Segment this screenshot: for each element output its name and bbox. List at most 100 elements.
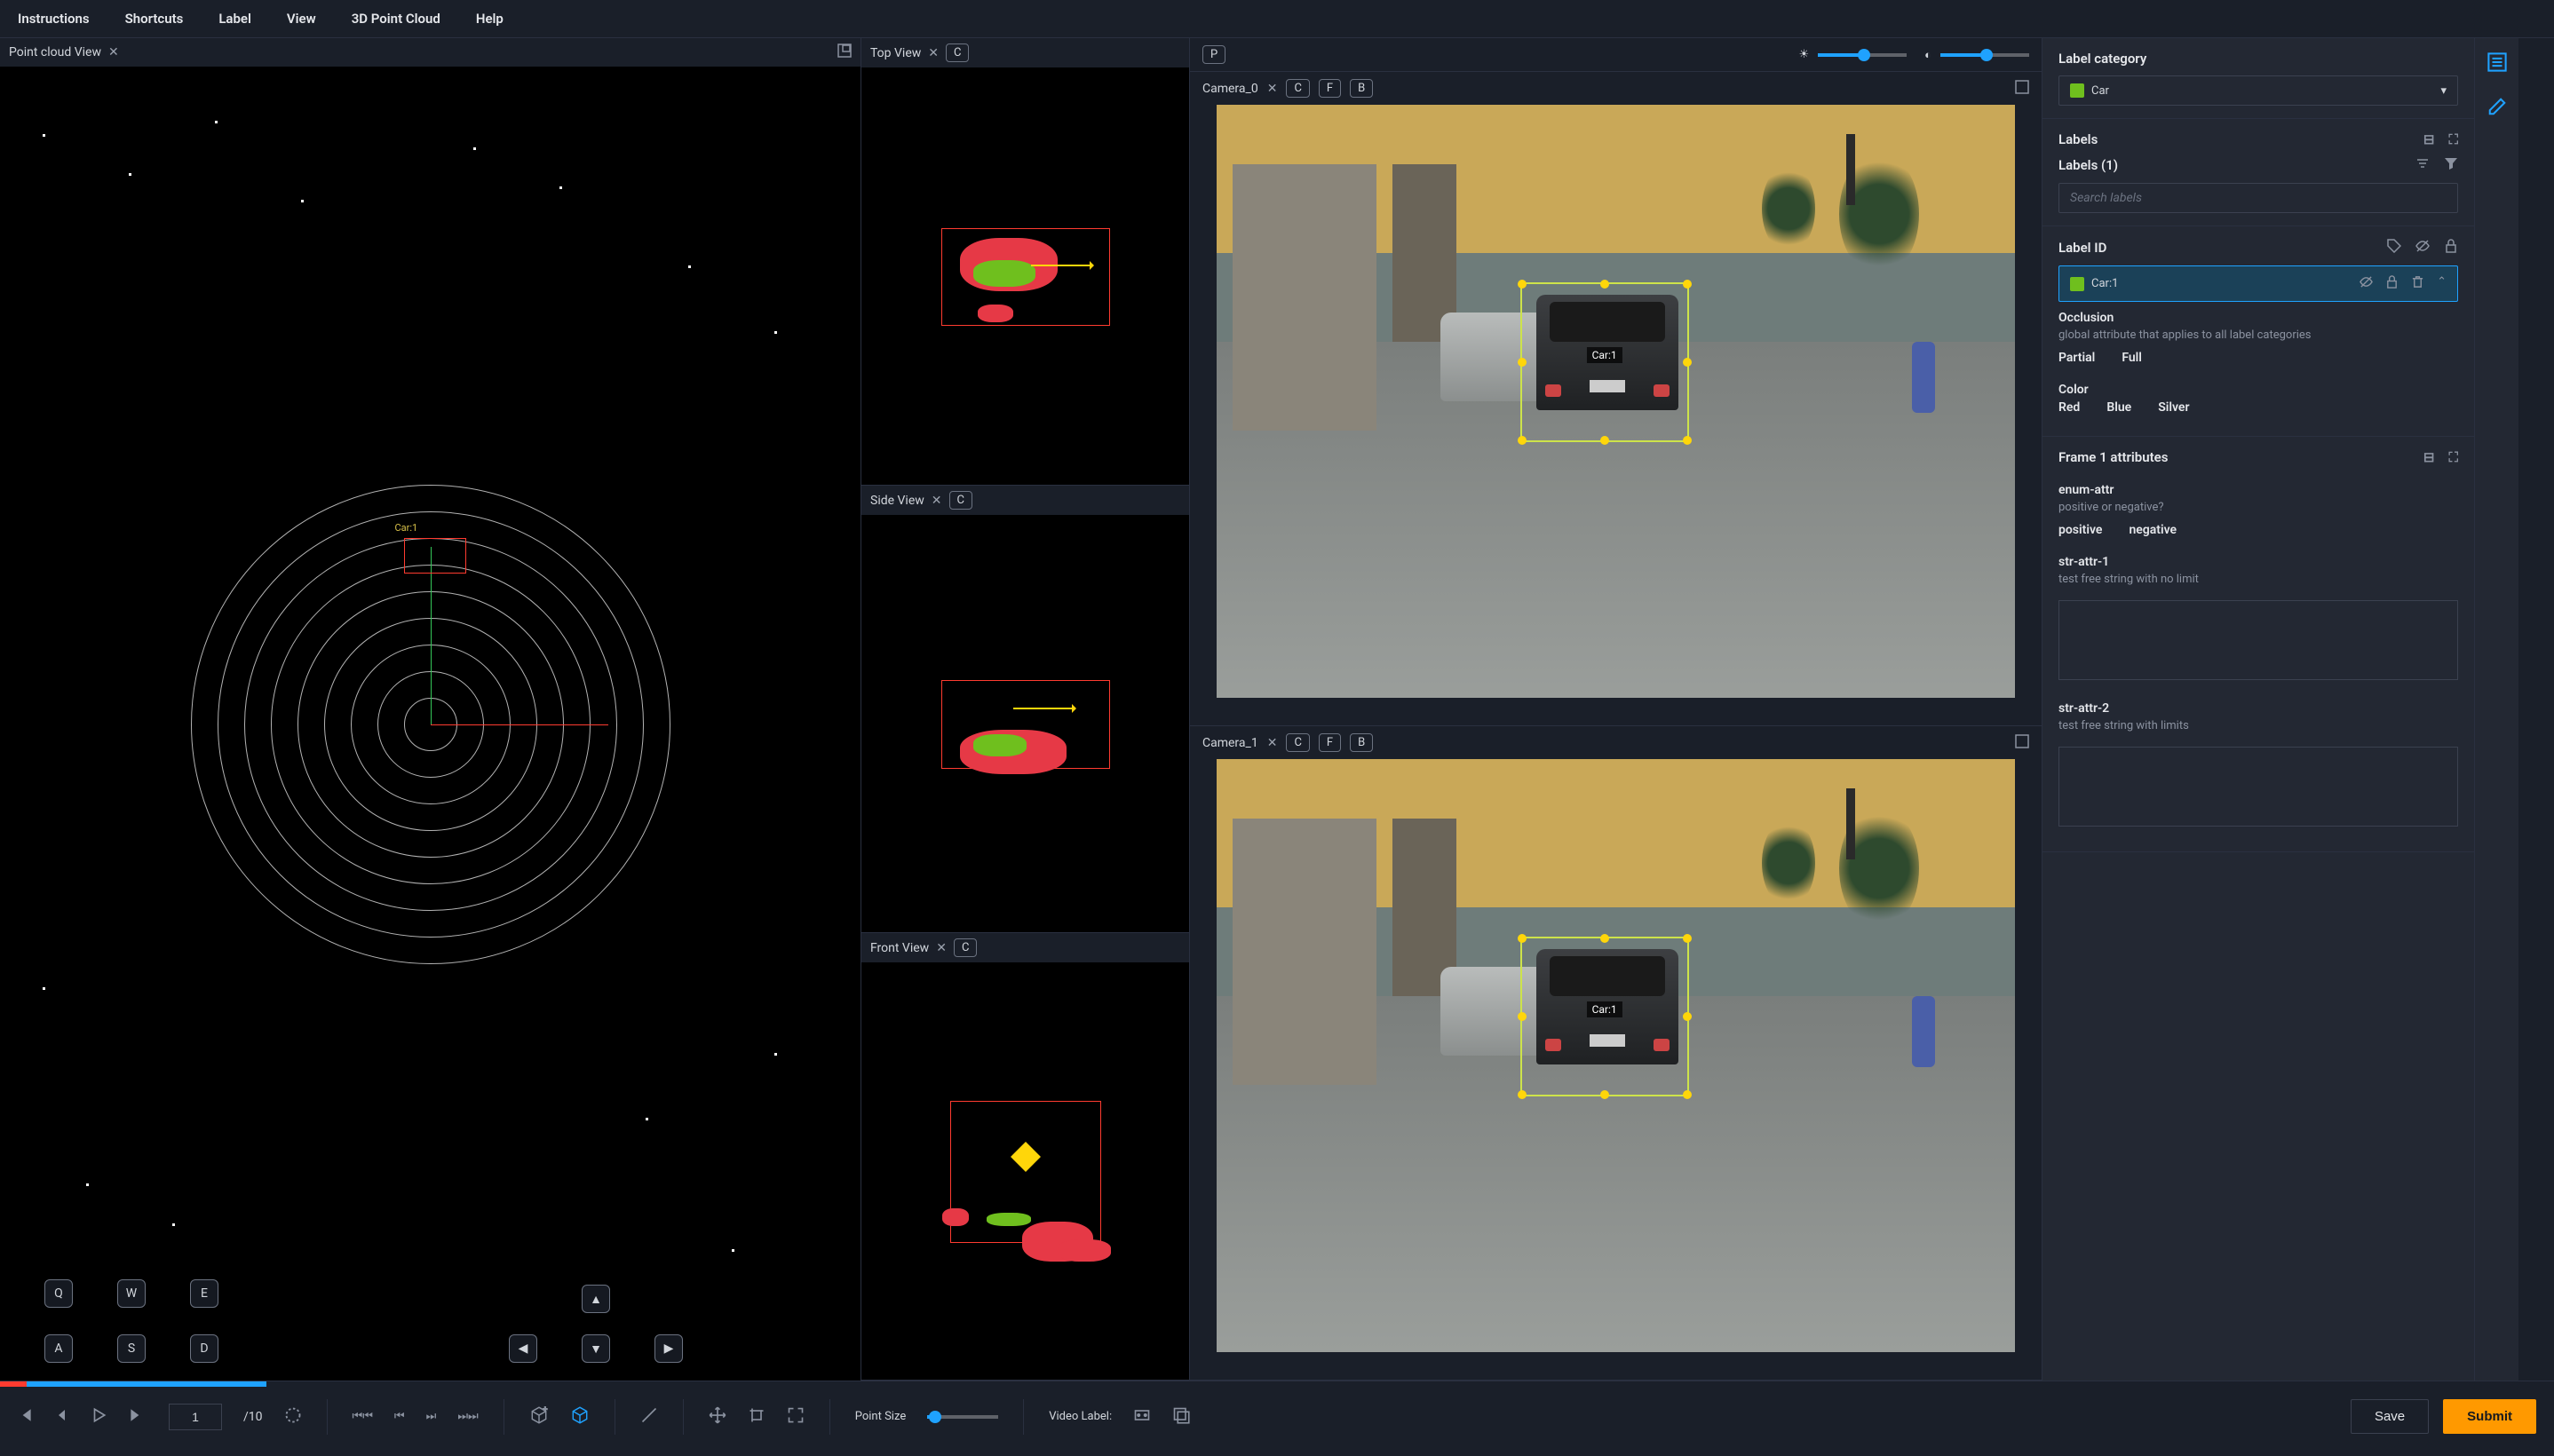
loading-icon[interactable] bbox=[284, 1406, 302, 1428]
occlusion-full[interactable]: Full bbox=[2122, 351, 2142, 365]
tag-icon[interactable] bbox=[2387, 239, 2401, 257]
camera-toolbar: P ☀ ◐ bbox=[1190, 38, 2042, 72]
key-c[interactable]: C bbox=[1286, 733, 1309, 752]
color-blue[interactable]: Blue bbox=[2106, 400, 2131, 415]
video-label-icon-2[interactable] bbox=[1172, 1406, 1190, 1428]
annotation-bbox[interactable]: Car:1 bbox=[1520, 937, 1689, 1096]
maximize-icon[interactable] bbox=[2015, 80, 2029, 98]
key-b[interactable]: B bbox=[1350, 79, 1373, 98]
close-icon[interactable]: ✕ bbox=[1267, 82, 1278, 96]
rewind-icon[interactable]: ⏮⏮ bbox=[353, 1410, 373, 1423]
key-d[interactable]: D bbox=[190, 1334, 218, 1363]
move-icon[interactable] bbox=[709, 1406, 726, 1428]
label-item-car-1[interactable]: Car:1 ⌃ bbox=[2058, 265, 2458, 302]
fullscreen-icon[interactable] bbox=[787, 1406, 805, 1428]
trash-icon[interactable] bbox=[2411, 275, 2424, 292]
enum-negative[interactable]: negative bbox=[2129, 523, 2177, 537]
key-e[interactable]: E bbox=[190, 1279, 218, 1308]
top-view-title: Top View bbox=[870, 46, 921, 60]
lock-icon[interactable] bbox=[2444, 239, 2458, 257]
key-w[interactable]: W bbox=[117, 1279, 146, 1308]
key-c[interactable]: C bbox=[946, 44, 969, 62]
arrow-down-icon[interactable]: ▼ bbox=[582, 1334, 610, 1363]
frame-number-input[interactable] bbox=[169, 1404, 222, 1430]
play-icon[interactable] bbox=[91, 1407, 107, 1427]
collapse-icon[interactable]: ⊟ bbox=[2423, 131, 2435, 147]
add-cuboid-icon[interactable]: + bbox=[529, 1405, 549, 1428]
chevron-up-icon[interactable]: ⌃ bbox=[2437, 275, 2447, 292]
collapse-icon[interactable]: ⊟ bbox=[2423, 449, 2435, 465]
arrow-up-icon[interactable]: ▲ bbox=[582, 1285, 610, 1313]
lock-icon[interactable] bbox=[2385, 275, 2399, 292]
key-q[interactable]: Q bbox=[44, 1279, 73, 1308]
key-a[interactable]: A bbox=[44, 1334, 73, 1363]
key-s[interactable]: S bbox=[117, 1334, 146, 1363]
close-icon[interactable]: ✕ bbox=[932, 494, 942, 508]
filter-icon[interactable] bbox=[2444, 156, 2458, 174]
next-label-icon[interactable]: ⏭ bbox=[426, 1410, 437, 1423]
prev-label-icon[interactable]: ⏮ bbox=[394, 1410, 405, 1423]
str-attr-2-title: str-attr-2 bbox=[2058, 701, 2458, 716]
forward-icon[interactable]: ⏭⏭ bbox=[457, 1410, 478, 1423]
video-label-icon-1[interactable] bbox=[1133, 1406, 1151, 1428]
enum-positive[interactable]: positive bbox=[2058, 523, 2102, 537]
brightness-slider[interactable]: ☀ bbox=[1798, 48, 1907, 61]
menu-help[interactable]: Help bbox=[476, 11, 504, 27]
close-icon[interactable]: ✕ bbox=[936, 941, 947, 955]
maximize-icon[interactable] bbox=[837, 44, 852, 61]
crop-icon[interactable] bbox=[748, 1406, 765, 1428]
arrow-right-icon[interactable]: ▶ bbox=[654, 1334, 683, 1363]
key-f[interactable]: F bbox=[1319, 79, 1341, 98]
save-button[interactable]: Save bbox=[2351, 1399, 2429, 1434]
key-f[interactable]: F bbox=[1319, 733, 1341, 752]
contrast-slider[interactable]: ◐ bbox=[1924, 48, 2029, 62]
menu-label[interactable]: Label bbox=[218, 11, 251, 27]
timeline-progress[interactable] bbox=[0, 1381, 266, 1387]
fit-cuboid-icon[interactable] bbox=[570, 1405, 590, 1428]
key-b[interactable]: B bbox=[1350, 733, 1373, 752]
arrow-left-icon[interactable]: ◀ bbox=[509, 1334, 537, 1363]
close-icon[interactable]: ✕ bbox=[928, 46, 939, 60]
eye-off-icon[interactable] bbox=[2415, 239, 2430, 257]
close-icon[interactable]: ✕ bbox=[1267, 736, 1278, 750]
key-c[interactable]: C bbox=[949, 491, 972, 510]
camera-0-image[interactable]: Car:1 bbox=[1217, 105, 2015, 698]
side-view-canvas[interactable] bbox=[861, 516, 1189, 932]
ruler-icon[interactable] bbox=[640, 1406, 658, 1428]
edit-icon[interactable] bbox=[2487, 97, 2507, 120]
skip-end-icon[interactable] bbox=[128, 1407, 144, 1427]
menu-shortcuts[interactable]: Shortcuts bbox=[125, 11, 184, 27]
point-cloud-bbox[interactable] bbox=[404, 538, 466, 574]
maximize-icon[interactable] bbox=[2015, 734, 2029, 752]
key-c[interactable]: C bbox=[954, 938, 977, 957]
top-view-canvas[interactable] bbox=[861, 68, 1189, 485]
expand-icon[interactable]: ⛶ bbox=[2448, 131, 2458, 147]
front-view-canvas[interactable] bbox=[861, 963, 1189, 1380]
category-dropdown[interactable]: Car ▾ bbox=[2058, 75, 2458, 106]
str-attr-2-input[interactable] bbox=[2058, 747, 2458, 827]
key-c[interactable]: C bbox=[1286, 79, 1309, 98]
labels-count: Labels (1) bbox=[2058, 157, 2118, 173]
eye-off-icon[interactable] bbox=[2360, 275, 2373, 292]
color-silver[interactable]: Silver bbox=[2158, 400, 2189, 415]
close-icon[interactable]: ✕ bbox=[108, 45, 119, 59]
menu-3d-point-cloud[interactable]: 3D Point Cloud bbox=[352, 11, 440, 27]
key-p[interactable]: P bbox=[1202, 45, 1225, 64]
annotation-bbox[interactable]: Car:1 bbox=[1520, 282, 1689, 442]
point-cloud-canvas[interactable]: Car:1 Q W E A S D bbox=[0, 68, 861, 1381]
search-labels-input[interactable]: Search labels bbox=[2058, 183, 2458, 213]
menu-instructions[interactable]: Instructions bbox=[18, 11, 90, 27]
point-size-slider[interactable] bbox=[927, 1415, 998, 1419]
camera-1-image[interactable]: Car:1 bbox=[1217, 759, 2015, 1352]
expand-icon[interactable]: ⛶ bbox=[2448, 449, 2458, 465]
sort-icon[interactable] bbox=[2415, 156, 2430, 174]
color-red[interactable]: Red bbox=[2058, 400, 2080, 415]
prev-icon[interactable] bbox=[55, 1408, 69, 1426]
label-category-title: Label category bbox=[2058, 51, 2146, 67]
menu-view[interactable]: View bbox=[287, 11, 316, 27]
str-attr-1-input[interactable] bbox=[2058, 600, 2458, 680]
skip-start-icon[interactable] bbox=[18, 1407, 34, 1427]
occlusion-partial[interactable]: Partial bbox=[2058, 351, 2095, 365]
submit-button[interactable]: Submit bbox=[2443, 1399, 2536, 1434]
list-icon[interactable] bbox=[2487, 52, 2507, 75]
